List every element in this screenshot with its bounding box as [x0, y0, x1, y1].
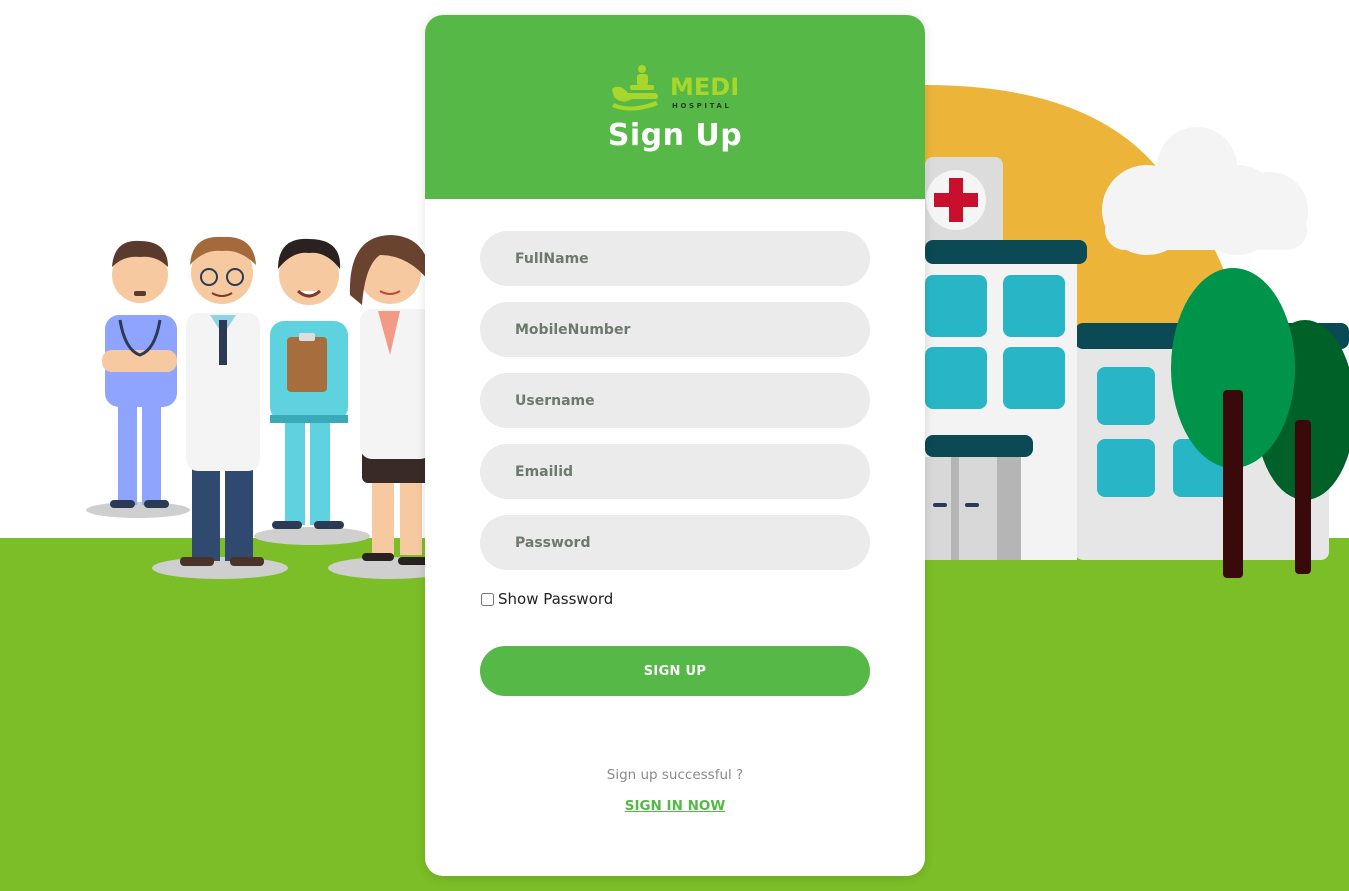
hospital-care-icon [612, 65, 658, 111]
medical-staff-illustration [86, 235, 430, 579]
signup-success-text: Sign up successful ? [606, 767, 744, 783]
username-input[interactable] [480, 373, 870, 428]
show-password-toggle[interactable]: Show Password [480, 589, 613, 609]
logo-brand: MEDI [670, 73, 739, 101]
mobile-number-input[interactable] [480, 302, 870, 357]
signup-card: MEDI HOSPITAL Sign Up Show Password SIGN… [425, 15, 925, 876]
show-password-label: Show Password [498, 590, 614, 608]
card-header: MEDI HOSPITAL Sign Up [425, 15, 925, 199]
email-input[interactable] [480, 444, 870, 499]
show-password-checkbox[interactable] [481, 592, 494, 606]
fullname-input[interactable] [480, 231, 870, 286]
medi-hospital-logo: MEDI HOSPITAL [612, 65, 739, 111]
page-title: Sign Up [607, 118, 743, 153]
password-input[interactable] [480, 515, 870, 570]
sign-in-now-link[interactable]: SIGN IN NOW [425, 798, 925, 814]
hospital-building-illustration [925, 85, 1349, 578]
logo-sub: HOSPITAL [672, 102, 732, 110]
sign-up-button[interactable]: SIGN UP [480, 646, 870, 696]
